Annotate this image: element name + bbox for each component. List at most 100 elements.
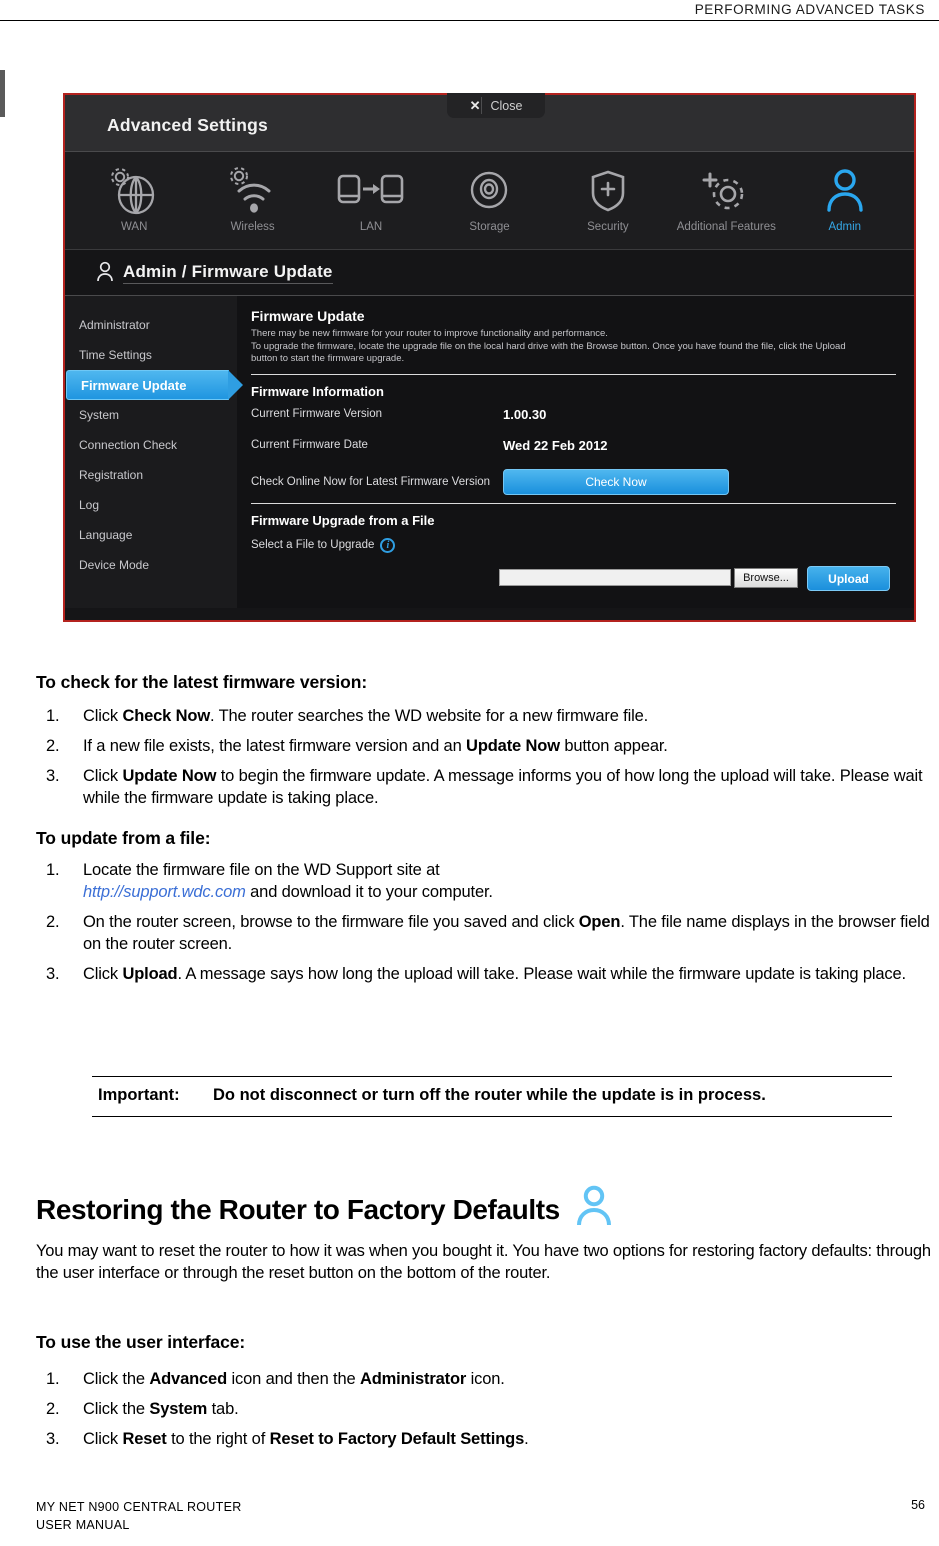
- sidebar-item-connection-check[interactable]: Connection Check: [65, 430, 237, 460]
- nav-label-security: Security: [587, 221, 629, 233]
- router-ui-screenshot-figure: Advanced Settings ✕ Close WAN Wireless L…: [63, 93, 916, 622]
- list-item: 1. Locate the firmware file on the WD Sup…: [36, 860, 939, 904]
- step-text: Locate the firmware file on the WD Suppo…: [83, 860, 493, 901]
- sidebar-item-device-mode[interactable]: Device Mode: [65, 550, 237, 580]
- step-number: 1.: [46, 860, 60, 879]
- browse-button[interactable]: Browse...: [734, 568, 798, 588]
- page-footer: MY NET N900 CENTRAL ROUTER USER MANUAL 5…: [36, 1498, 925, 1534]
- list-item: 3. Click Upload. A message says how long …: [36, 964, 939, 986]
- sidebar-item-registration[interactable]: Registration: [65, 460, 237, 490]
- breadcrumb: Admin / Firmware Update: [65, 250, 914, 295]
- panel-description-line2: To upgrade the firmware, locate the upgr…: [251, 340, 846, 352]
- firmware-version-label: Current Firmware Version: [251, 408, 383, 421]
- steps-check-firmware: 1. Click Check Now. The router searches t…: [36, 706, 939, 810]
- step-number: 3.: [46, 964, 60, 983]
- sidebar-item-administrator[interactable]: Administrator: [65, 310, 237, 340]
- list-item: 3. Click Update Now to begin the firmware…: [36, 766, 939, 810]
- step-text: Click Upload. A message says how long th…: [83, 964, 906, 983]
- nav-item-admin[interactable]: Admin: [786, 160, 904, 249]
- figure-body: Administrator Time Settings Firmware Upd…: [65, 296, 914, 608]
- nav-item-additional-features[interactable]: Additional Features: [667, 160, 785, 249]
- sidebar-label: Language: [79, 528, 133, 542]
- check-now-button[interactable]: Check Now: [503, 468, 729, 495]
- sidebar-label: Firmware Update: [81, 377, 187, 393]
- nav-label-lan: LAN: [359, 221, 383, 233]
- nav-item-security[interactable]: Security: [549, 160, 667, 249]
- panel-description-line1: There may be new firmware for your route…: [251, 328, 608, 339]
- section-heading-use-ui: To use the user interface:: [36, 1332, 246, 1352]
- nav-item-wireless[interactable]: Wireless: [193, 160, 311, 249]
- sidebar-label: Connection Check: [79, 438, 178, 452]
- sidebar-label: Log: [79, 498, 100, 512]
- sidebar-item-log[interactable]: Log: [65, 490, 237, 520]
- firmware-date-row: Current Firmware Date Wed 22 Feb 2012: [251, 438, 896, 453]
- firmware-information-heading: Firmware Information: [251, 383, 384, 399]
- panel-heading: Firmware Update: [251, 308, 365, 324]
- disc-icon: [460, 160, 518, 220]
- close-button[interactable]: ✕ Close: [447, 93, 545, 118]
- firmware-date-value: Wed 22 Feb 2012: [503, 437, 608, 453]
- nav-item-lan[interactable]: LAN: [312, 160, 430, 249]
- wifi-gear-icon: [224, 160, 282, 220]
- important-label: Important:: [98, 1086, 180, 1104]
- step-number: 2.: [46, 736, 60, 755]
- sidebar-label: Registration: [79, 468, 144, 482]
- upload-button[interactable]: Upload: [807, 566, 890, 591]
- nav-label-storage: Storage: [469, 221, 510, 233]
- person-icon: [816, 160, 874, 220]
- step-text: If a new file exists, the latest firmwar…: [83, 736, 668, 755]
- nav-label-wan: WAN: [121, 221, 148, 233]
- steps-use-ui: 1. Click the Advanced icon and then the A…: [36, 1369, 939, 1451]
- sidebar-label: Device Mode: [79, 558, 150, 572]
- firmware-upgrade-heading: Firmware Upgrade from a File: [251, 512, 435, 528]
- person-icon: [572, 1185, 616, 1234]
- important-text: Do not disconnect or turn off the router…: [213, 1086, 766, 1104]
- select-file-label-wrap: Select a File to Upgrade i: [251, 537, 396, 553]
- restoring-heading-text: Restoring the Router to Factory Defaults: [36, 1193, 560, 1225]
- close-label: Close: [490, 98, 523, 113]
- step-text: Click Reset to the right of Reset to Fac…: [83, 1429, 529, 1448]
- nav-label-admin: Admin: [828, 221, 862, 233]
- page-edge-marker: [0, 70, 5, 117]
- list-item: 2. If a new file exists, the latest firmw…: [36, 736, 939, 758]
- step-number: 3.: [46, 766, 60, 785]
- restoring-instructions-block: To use the user interface: 1. Click the A…: [36, 1332, 939, 1469]
- step-text: Click the Advanced icon and then the Adm…: [83, 1370, 505, 1388]
- list-item: 3. Click Reset to the right of Reset to F…: [36, 1429, 939, 1451]
- sidebar-item-time-settings[interactable]: Time Settings: [65, 340, 237, 370]
- sidebar-label: Time Settings: [79, 348, 152, 362]
- sidebar-item-firmware-update[interactable]: Firmware Update: [66, 370, 243, 400]
- firmware-version-value: 1.00.30: [503, 406, 547, 422]
- lan-transfer-icon: [332, 160, 410, 220]
- step-text: Click the System tab.: [83, 1399, 239, 1418]
- footer-title-line2: USER MANUAL: [36, 1517, 130, 1532]
- step-number: 1.: [46, 1370, 60, 1388]
- important-callout: Important: Do not disconnect or turn off…: [92, 1076, 892, 1118]
- step-number: 2.: [46, 1399, 60, 1418]
- admin-sidebar: Administrator Time Settings Firmware Upd…: [65, 296, 243, 608]
- step-text: On the router screen, browse to the firm…: [83, 912, 930, 953]
- sidebar-label: Administrator: [79, 318, 150, 332]
- file-path-input[interactable]: [499, 569, 731, 586]
- panel-description-line3: button to start the firmware upgrade.: [251, 353, 405, 365]
- section-heading-update-from-file: To update from a file:: [36, 827, 211, 848]
- sidebar-item-system[interactable]: System: [65, 400, 237, 430]
- nav-label-additional-features: Additional Features: [676, 221, 776, 233]
- sidebar-item-language[interactable]: Language: [65, 520, 237, 550]
- list-item: 1. Click Check Now. The router searches t…: [36, 706, 939, 728]
- close-icon: ✕: [469, 97, 481, 113]
- page-number: 56: [911, 1497, 925, 1512]
- nav-item-storage[interactable]: Storage: [430, 160, 548, 249]
- step-number: 2.: [46, 912, 60, 931]
- gear-plus-icon: [695, 160, 757, 220]
- running-head: PERFORMING ADVANCED TASKS: [694, 2, 925, 17]
- list-item: 2. Click the System tab.: [36, 1399, 939, 1421]
- breadcrumb-person-icon: [95, 261, 115, 288]
- advanced-settings-nav: WAN Wireless LAN Storage Security Additi…: [65, 152, 914, 249]
- firmware-update-panel: Firmware Update There may be new firmwar…: [237, 296, 914, 608]
- list-item: 1. Click the Advanced icon and then the A…: [36, 1369, 939, 1391]
- info-circle-icon[interactable]: i: [380, 537, 396, 553]
- nav-item-wan[interactable]: WAN: [75, 160, 193, 249]
- step-number: 1.: [46, 707, 60, 725]
- list-item: 2. On the router screen, browse to the fi…: [36, 912, 939, 956]
